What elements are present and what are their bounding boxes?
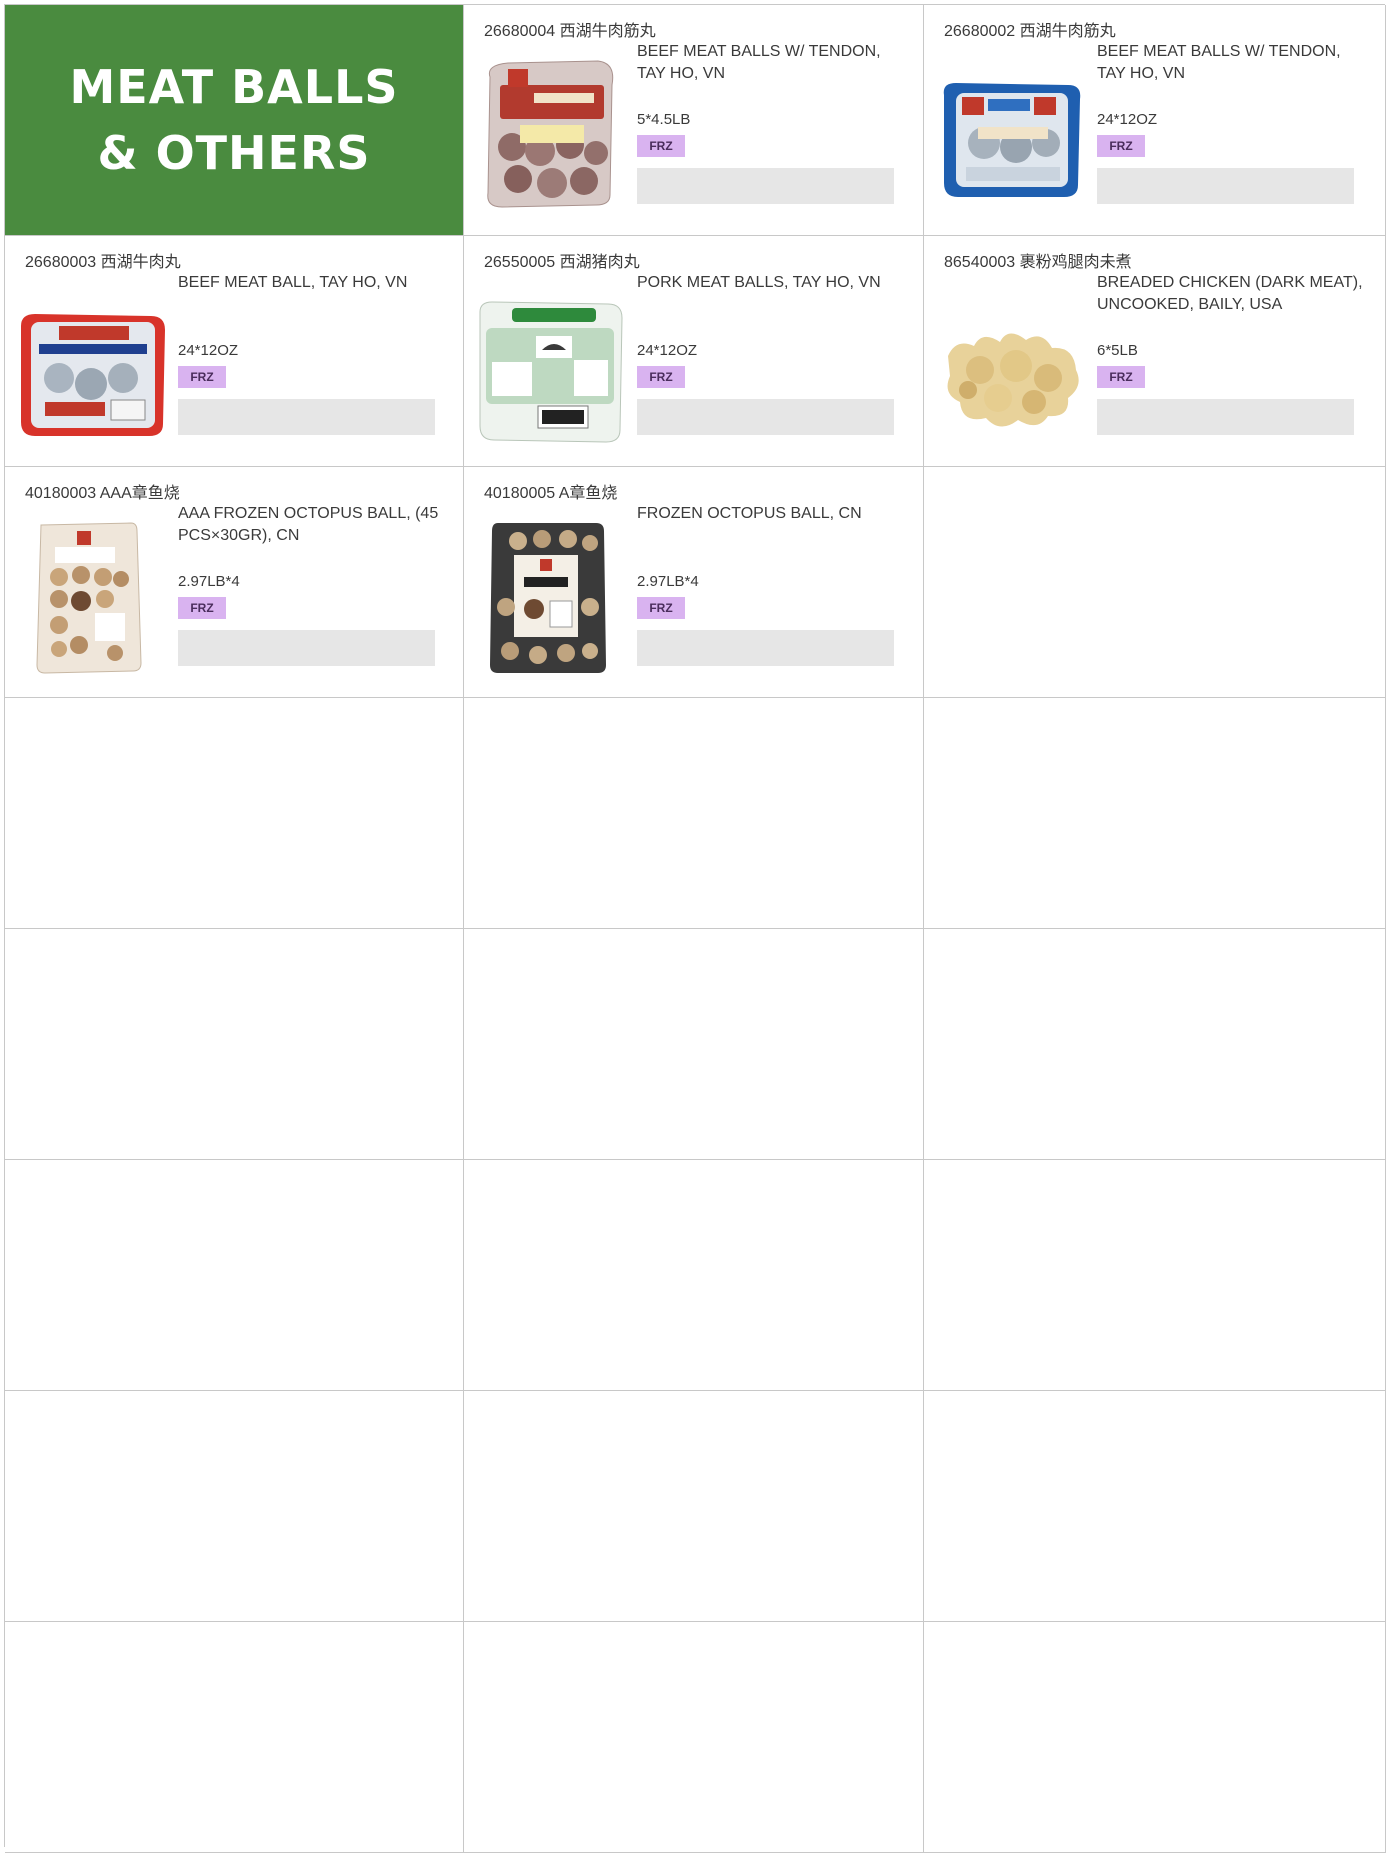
storage-badge: FRZ xyxy=(1097,135,1145,157)
empty-cell xyxy=(924,929,1386,1160)
storage-badge: FRZ xyxy=(637,597,685,619)
price-field[interactable] xyxy=(637,630,894,666)
empty-cell xyxy=(924,1391,1386,1622)
product-image xyxy=(938,55,1086,213)
product-image xyxy=(938,286,1086,444)
product-card[interactable]: 40180003 AAA章鱼烧 AAA FROZEN OCTOPUS BALL,… xyxy=(5,467,464,698)
product-image xyxy=(19,286,167,444)
storage-badge: FRZ xyxy=(178,597,226,619)
octopus-ball-dark-bag-photo xyxy=(490,523,606,673)
pack-size: 2.97LB*4 xyxy=(178,573,240,590)
empty-cell xyxy=(464,1622,924,1853)
product-card[interactable]: 26680004 西湖牛肉筋丸 BEEF MEAT BALLS W/ TENDO… xyxy=(464,5,924,236)
product-description: BREADED CHICKEN (DARK MEAT), UNCOOKED, B… xyxy=(1097,274,1363,313)
empty-cell xyxy=(924,467,1386,698)
product-image xyxy=(478,517,626,675)
product-image xyxy=(478,286,626,444)
pack-size: 6*5LB xyxy=(1097,342,1138,359)
product-description: FROZEN OCTOPUS BALL, CN xyxy=(637,505,862,522)
empty-cell xyxy=(464,929,924,1160)
empty-cell xyxy=(5,1391,464,1622)
pack-size: 5*4.5LB xyxy=(637,111,691,128)
empty-cell xyxy=(464,1160,924,1391)
empty-cell xyxy=(5,698,464,929)
section-title-line1: MEAT BALLS xyxy=(69,60,399,114)
empty-cell xyxy=(924,1160,1386,1391)
product-description: BEEF MEAT BALLS W/ TENDON, TAY HO, VN xyxy=(637,43,881,82)
breaded-chicken-photo xyxy=(947,333,1079,427)
empty-cell xyxy=(924,1622,1386,1853)
product-card[interactable]: 26680002 西湖牛肉筋丸 BEEF MEAT BALLS W/ TENDO… xyxy=(924,5,1386,236)
price-field[interactable] xyxy=(1097,168,1354,204)
product-description: PORK MEAT BALLS, TAY HO, VN xyxy=(637,274,881,291)
catalog-grid: MEAT BALLS & OTHERS 26680004 西湖牛肉筋丸 BEEF… xyxy=(4,4,1386,1853)
price-field[interactable] xyxy=(178,399,435,435)
product-code: 26680002 西湖牛肉筋丸 xyxy=(944,23,1116,40)
product-card[interactable]: 26550005 西湖猪肉丸 PORK MEAT BALLS, TAY HO, … xyxy=(464,236,924,467)
section-title-cell: MEAT BALLS & OTHERS xyxy=(5,5,464,236)
empty-cell xyxy=(924,698,1386,929)
empty-cell xyxy=(5,1160,464,1391)
pack-size: 24*12OZ xyxy=(1097,111,1158,128)
beef-tendon-ball-bag-photo xyxy=(487,60,614,208)
storage-badge: FRZ xyxy=(178,366,226,388)
storage-badge: FRZ xyxy=(637,135,685,157)
beef-meat-ball-pack-photo xyxy=(21,314,165,436)
product-card[interactable]: 26680003 西湖牛肉丸 BEEF MEAT BALL, TAY HO, V… xyxy=(5,236,464,467)
product-image xyxy=(478,55,626,213)
storage-badge: FRZ xyxy=(637,366,685,388)
section-title-line2: & OTHERS xyxy=(97,126,371,180)
pack-size: 24*12OZ xyxy=(637,342,698,359)
product-card[interactable]: 40180005 A章鱼烧 FROZEN OCTOPUS BALL, CN 2.… xyxy=(464,467,924,698)
product-card[interactable]: 86540003 裹粉鸡腿肉未煮 BREADED CHICKEN (DARK M… xyxy=(924,236,1386,467)
pack-size: 24*12OZ xyxy=(178,342,239,359)
product-description: BEEF MEAT BALL, TAY HO, VN xyxy=(178,274,408,291)
price-field[interactable] xyxy=(1097,399,1354,435)
product-code: 26680003 西湖牛肉丸 xyxy=(25,254,181,271)
pack-size: 2.97LB*4 xyxy=(637,573,699,590)
product-image xyxy=(19,517,167,675)
product-code: 26680004 西湖牛肉筋丸 xyxy=(484,23,656,40)
storage-badge: FRZ xyxy=(1097,366,1145,388)
product-description: BEEF MEAT BALLS W/ TENDON, TAY HO, VN xyxy=(1097,43,1341,82)
octopus-ball-clear-bag-photo xyxy=(36,522,142,674)
beef-tendon-ball-pack-photo xyxy=(943,83,1081,197)
price-field[interactable] xyxy=(178,630,435,666)
product-description: AAA FROZEN OCTOPUS BALL, (45 PCS×30GR), … xyxy=(178,505,439,544)
pork-meat-ball-pack-photo xyxy=(479,301,623,443)
price-field[interactable] xyxy=(637,399,894,435)
empty-cell xyxy=(464,1391,924,1622)
price-field[interactable] xyxy=(637,168,894,204)
empty-cell xyxy=(5,1622,464,1853)
product-code: 40180005 A章鱼烧 xyxy=(484,485,618,502)
product-code: 40180003 AAA章鱼烧 xyxy=(25,485,180,502)
empty-cell xyxy=(5,929,464,1160)
empty-cell xyxy=(464,698,924,929)
section-title: MEAT BALLS & OTHERS xyxy=(69,54,398,186)
product-code: 86540003 裹粉鸡腿肉未煮 xyxy=(944,254,1132,271)
product-code: 26550005 西湖猪肉丸 xyxy=(484,254,640,271)
